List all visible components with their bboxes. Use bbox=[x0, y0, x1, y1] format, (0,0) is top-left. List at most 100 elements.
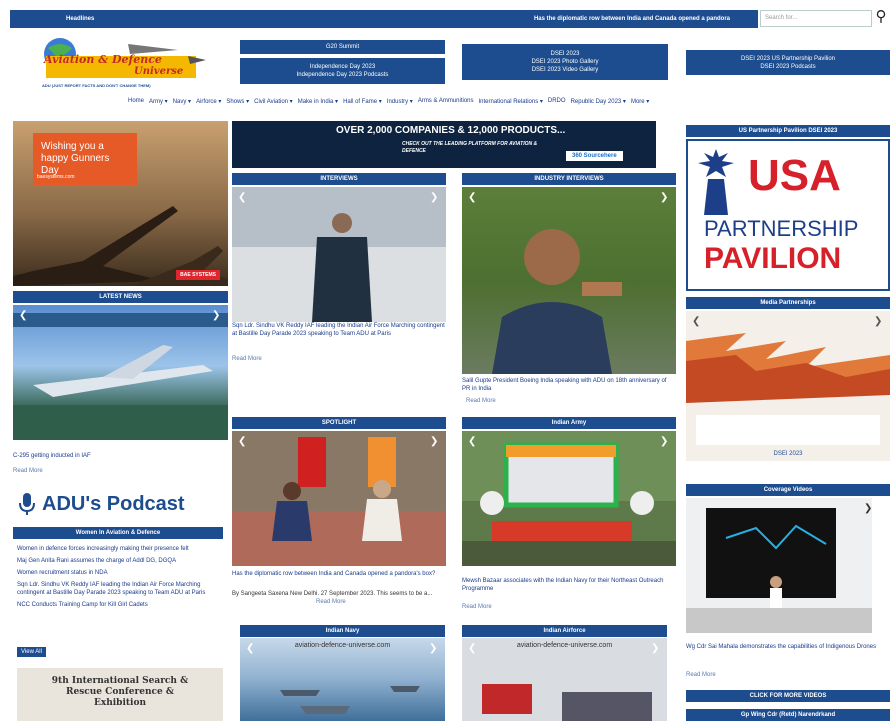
coverage-next-item[interactable]: Gp Wing Cdr (Retd) Narendrkand bbox=[686, 709, 890, 721]
spotlight-read-more[interactable]: Read More bbox=[316, 599, 346, 605]
nav-item-7[interactable]: Hall of Fame ▾ bbox=[343, 98, 382, 110]
women-item[interactable]: NCC Conducts Training Camp for Kill Girl… bbox=[17, 601, 222, 609]
women-item[interactable]: Sqn Ldr. Sindhu VK Reddy IAF leading the… bbox=[17, 581, 222, 597]
dsei-podcasts-link[interactable]: DSEI 2023 Podcasts bbox=[760, 63, 815, 71]
media-next-icon[interactable]: ❯ bbox=[874, 317, 884, 327]
airforce-prev-icon[interactable]: ❮ bbox=[468, 644, 478, 654]
coverage-next-icon[interactable]: ❯ bbox=[864, 504, 872, 514]
industry-read-more[interactable]: Read More bbox=[466, 398, 496, 404]
industry-next-icon[interactable]: ❯ bbox=[660, 193, 670, 203]
interview-read-more[interactable]: Read More bbox=[232, 356, 262, 362]
airforce-watermark: aviation-defence-universe.com bbox=[516, 642, 613, 649]
bae-logo: BAE SYSTEMS bbox=[176, 270, 220, 280]
gunners-day-ad[interactable]: Wishing you a happy Gunners Day baesyste… bbox=[13, 121, 228, 286]
coverage-caption[interactable]: Wg Cdr Sai Mahala demonstrates the capab… bbox=[686, 643, 890, 651]
logo-line2: Universe bbox=[134, 66, 184, 77]
sourcehere-banner-ad[interactable]: OVER 2,000 COMPANIES & 12,000 PRODUCTS..… bbox=[232, 121, 656, 168]
sar-line1: 9th International Search & bbox=[51, 676, 189, 686]
women-item[interactable]: Women in defence forces increasingly mak… bbox=[17, 545, 222, 553]
dsei-us-pavilion-button[interactable]: DSEI 2023 US Partnership Pavilion DSEI 2… bbox=[686, 50, 890, 75]
microphone-icon bbox=[19, 493, 35, 515]
women-item[interactable]: Women recruitment status in NDA bbox=[17, 569, 222, 577]
latest-news-header: LATEST NEWS bbox=[13, 291, 228, 303]
indian-army-header: Indian Army bbox=[462, 417, 676, 429]
spotlight-next-icon[interactable]: ❯ bbox=[430, 437, 440, 447]
latest-next-icon[interactable]: ❯ bbox=[212, 311, 222, 321]
click-more-videos-button[interactable]: CLICK FOR MORE VIDEOS bbox=[686, 690, 890, 702]
site-logo[interactable]: Aviation & Defence Universe ADU (JUST RE… bbox=[38, 36, 210, 96]
spotlight-prev-icon[interactable]: ❮ bbox=[238, 437, 248, 447]
nav-item-11[interactable]: DRDO bbox=[548, 98, 566, 110]
podcast-title[interactable]: ADU's Podcast bbox=[18, 490, 218, 518]
dsei-2023-button[interactable]: DSEI 2023 DSEI 2023 Photo Gallery DSEI 2… bbox=[462, 44, 668, 80]
industry-interview-image[interactable]: ❮ ❯ bbox=[462, 187, 676, 374]
nav-item-10[interactable]: International Relations ▾ bbox=[479, 98, 543, 110]
logo-tagline: ADU (JUST REPORT FACTS AND DON'T CHANGE … bbox=[42, 83, 151, 88]
nav-item-3[interactable]: Airforce ▾ bbox=[196, 98, 221, 110]
interview-prev-icon[interactable]: ❮ bbox=[238, 193, 248, 203]
interview-next-icon[interactable]: ❯ bbox=[430, 193, 440, 203]
spotlight-caption[interactable]: Has the diplomatic row between India and… bbox=[232, 570, 446, 578]
banner-main-text: OVER 2,000 COMPANIES & 12,000 PRODUCTS..… bbox=[336, 125, 566, 136]
partnership-text: PARTNERSHIP bbox=[704, 216, 859, 241]
independence-day-button[interactable]: Independence Day 2023 Independence Day 2… bbox=[240, 58, 445, 84]
nav-item-13[interactable]: More ▾ bbox=[631, 98, 649, 110]
dsei-us-pavilion-link[interactable]: DSEI 2023 US Partnership Pavilion bbox=[741, 55, 835, 63]
latest-news-caption[interactable]: C-295 getting inducted in IAF bbox=[13, 452, 228, 460]
nav-item-4[interactable]: Shows ▾ bbox=[226, 98, 249, 110]
g20-summit-button[interactable]: G20 Summit bbox=[240, 40, 445, 54]
headlines-bar: Headlines Has the diplomatic row between… bbox=[10, 10, 758, 28]
sar-line2: Rescue Conference & bbox=[66, 687, 174, 697]
navy-prev-icon[interactable]: ❮ bbox=[246, 644, 256, 654]
industry-prev-icon[interactable]: ❮ bbox=[468, 193, 478, 203]
navy-next-icon[interactable]: ❯ bbox=[429, 644, 439, 654]
nav-item-0[interactable]: Home bbox=[128, 98, 144, 110]
army-read-more[interactable]: Read More bbox=[462, 604, 492, 610]
nav-item-8[interactable]: Industry ▾ bbox=[387, 98, 413, 110]
dsei-video-link[interactable]: DSEI 2023 Video Gallery bbox=[532, 66, 599, 74]
search-icon[interactable]: ⚲ bbox=[873, 8, 889, 26]
search-input[interactable]: Search for... bbox=[760, 10, 872, 27]
industry-caption[interactable]: Salil Gupte President Boeing India speak… bbox=[462, 377, 676, 393]
navy-watermark: aviation-defence-universe.com bbox=[294, 642, 391, 649]
nav-item-5[interactable]: Civil Aviation ▾ bbox=[254, 98, 293, 110]
nav-item-2[interactable]: Navy ▾ bbox=[173, 98, 191, 110]
spotlight-header: SPOTLIGHT bbox=[232, 417, 446, 429]
nav-item-6[interactable]: Make in India ▾ bbox=[298, 98, 338, 110]
army-prev-icon[interactable]: ❮ bbox=[468, 437, 478, 447]
independence-day-link[interactable]: Independence Day 2023 bbox=[310, 63, 375, 71]
latest-news-image[interactable]: ❮ ❯ bbox=[13, 305, 228, 440]
indian-navy-image[interactable]: aviation-defence-universe.com ❮ ❯ bbox=[240, 638, 445, 721]
army-next-icon[interactable]: ❯ bbox=[660, 437, 670, 447]
latest-prev-icon[interactable]: ❮ bbox=[19, 311, 29, 321]
interviews-header: INTERVIEWS bbox=[232, 173, 446, 185]
spotlight-byline: By Sangeeta Saxena New Delhi. 27 Septemb… bbox=[232, 591, 433, 597]
indian-airforce-image[interactable]: aviation-defence-universe.com ❮ ❯ bbox=[462, 638, 667, 721]
interview-caption[interactable]: Sqn Ldr. Sindhu VK Reddy IAF leading the… bbox=[232, 322, 446, 338]
army-caption[interactable]: Mewsh Bazaar associates with the Indian … bbox=[462, 577, 676, 593]
dsei-photo-link[interactable]: DSEI 2023 Photo Gallery bbox=[531, 58, 598, 66]
gunners-line1: Wishing you a bbox=[41, 141, 104, 152]
nav-item-12[interactable]: Republic Day 2023 ▾ bbox=[571, 98, 626, 110]
banner-sub-text: CHECK OUT THE LEADING PLATFORM FOR AVIAT… bbox=[402, 141, 538, 154]
usa-pavilion-ad[interactable]: USA PARTNERSHIP PAVILION bbox=[686, 139, 890, 291]
media-partnership-image[interactable]: ❮ ❯ DSEI 2023 bbox=[686, 311, 890, 461]
view-all-button[interactable]: View All bbox=[17, 647, 46, 657]
headline-ticker[interactable]: Has the diplomatic row between India and… bbox=[534, 16, 730, 22]
sar-conference-ad[interactable]: 9th International Search & Rescue Confer… bbox=[17, 668, 223, 721]
interview-image[interactable]: ❮ ❯ bbox=[232, 187, 446, 322]
independence-podcasts-link[interactable]: Independence Day 2023 Podcasts bbox=[297, 71, 389, 79]
airforce-next-icon[interactable]: ❯ bbox=[651, 644, 661, 654]
indian-army-image[interactable]: ❮ ❯ bbox=[462, 431, 676, 566]
women-item[interactable]: Maj Gen Anita Rani assumes the charge of… bbox=[17, 557, 222, 565]
indian-navy-header: Indian Navy bbox=[240, 625, 445, 637]
media-prev-icon[interactable]: ❮ bbox=[692, 317, 702, 327]
logo-line1: Aviation & Defence bbox=[44, 53, 162, 66]
latest-read-more[interactable]: Read More bbox=[13, 468, 43, 474]
spotlight-image[interactable]: ❮ ❯ bbox=[232, 431, 446, 566]
dsei-2023-link[interactable]: DSEI 2023 bbox=[550, 50, 579, 58]
nav-item-9[interactable]: Arms & Ammunitions bbox=[418, 98, 474, 110]
coverage-read-more[interactable]: Read More bbox=[686, 672, 716, 678]
coverage-video-image[interactable]: ❯ bbox=[686, 498, 872, 633]
nav-item-1[interactable]: Army ▾ bbox=[149, 98, 168, 110]
